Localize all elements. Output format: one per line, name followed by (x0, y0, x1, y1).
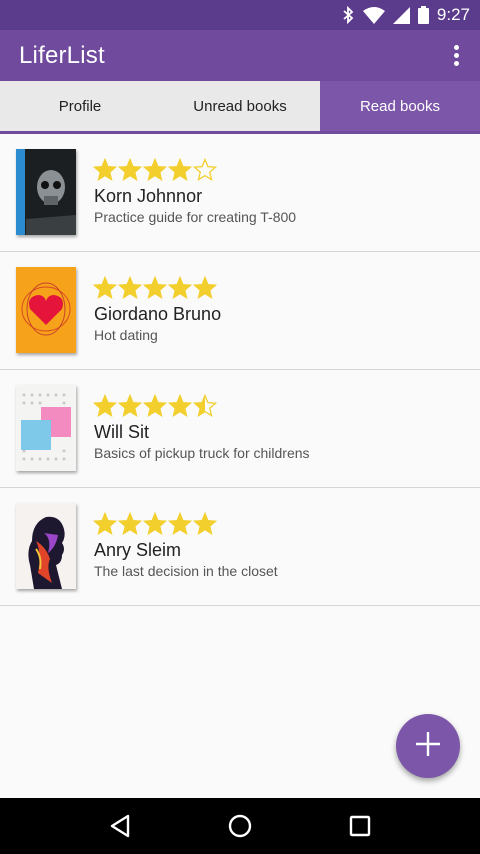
star-full-icon (93, 512, 117, 535)
star-full-icon (118, 158, 142, 181)
book-cover-squares (16, 385, 76, 471)
rating-stars (93, 276, 217, 300)
book-cover-heart (16, 267, 76, 353)
book-title: Basics of pickup truck for childrens (94, 445, 310, 461)
book-cover-silhouette (16, 503, 76, 589)
add-book-button[interactable] (396, 714, 460, 778)
star-empty-icon (193, 158, 217, 181)
tab-profile[interactable]: Profile (0, 81, 160, 131)
star-full-icon (193, 276, 217, 299)
book-item[interactable]: Anry Sleim The last decision in the clos… (0, 488, 480, 606)
rating-stars (93, 512, 217, 536)
cell-signal-icon (392, 6, 410, 24)
star-full-icon (118, 394, 142, 417)
tab-read-books[interactable]: Read books (320, 81, 480, 131)
wifi-icon (362, 6, 385, 24)
book-title: The last decision in the closet (94, 563, 278, 579)
status-bar: 9:27 (0, 0, 480, 30)
book-author: Giordano Bruno (94, 304, 222, 324)
add-icon (415, 731, 441, 762)
rating-stars (93, 394, 217, 418)
star-full-icon (143, 158, 167, 181)
book-title: Practice guide for creating T-800 (94, 209, 297, 225)
star-full-icon (118, 276, 142, 299)
star-full-icon (168, 512, 192, 535)
star-full-icon (143, 394, 167, 417)
book-author: Anry Sleim (94, 540, 182, 560)
navigation-bar (0, 798, 480, 854)
battery-icon (417, 6, 429, 24)
book-title: Hot dating (94, 327, 158, 343)
book-item[interactable]: Giordano Bruno Hot dating (0, 252, 480, 370)
star-full-icon (118, 512, 142, 535)
book-item[interactable]: Korn Johnnor Practice guide for creating… (0, 134, 480, 252)
book-list: Korn Johnnor Practice guide for creating… (0, 134, 480, 606)
book-author: Will Sit (94, 422, 149, 442)
app-title: LiferList (19, 41, 105, 69)
recents-icon[interactable] (340, 806, 380, 846)
star-full-icon (168, 276, 192, 299)
rating-stars (93, 158, 217, 182)
book-author: Korn Johnnor (94, 186, 203, 206)
back-icon[interactable] (100, 806, 140, 846)
book-item[interactable]: Will Sit Basics of pickup truck for chil… (0, 370, 480, 488)
star-half-icon (193, 394, 217, 417)
app-bar: LiferList (0, 30, 480, 81)
tab-unread-books[interactable]: Unread books (160, 81, 320, 131)
star-full-icon (143, 276, 167, 299)
star-full-icon (93, 276, 117, 299)
star-full-icon (168, 158, 192, 181)
star-full-icon (168, 394, 192, 417)
star-full-icon (93, 158, 117, 181)
tab-bar: Profile Unread books Read books (0, 81, 480, 134)
book-cover-skull (16, 149, 76, 235)
more-vert-icon[interactable] (444, 36, 468, 76)
bluetooth-icon (341, 6, 355, 24)
star-full-icon (193, 512, 217, 535)
clock-time: 9:27 (436, 5, 470, 24)
star-full-icon (93, 394, 117, 417)
star-full-icon (143, 512, 167, 535)
home-icon[interactable] (220, 806, 260, 846)
